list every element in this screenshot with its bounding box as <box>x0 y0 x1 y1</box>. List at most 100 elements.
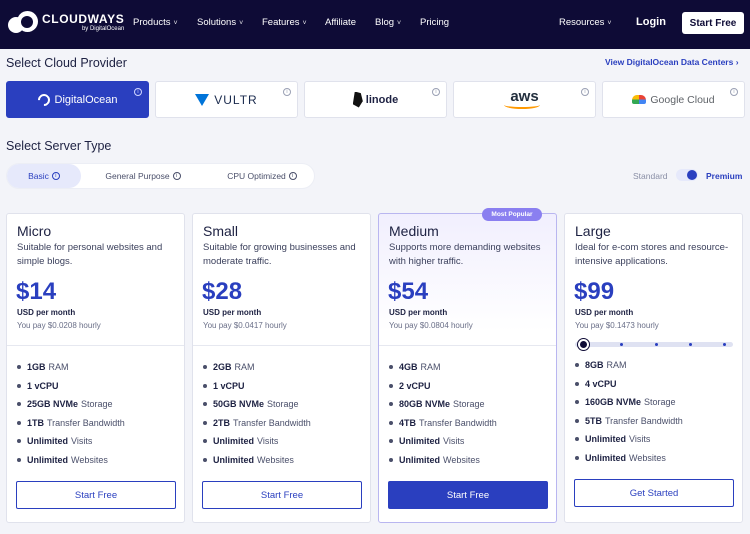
tab-label: Basic <box>28 171 49 181</box>
start-free-button[interactable]: Start Free <box>202 481 362 509</box>
divider <box>193 345 370 346</box>
info-icon[interactable]: i <box>283 88 291 96</box>
nav-resources[interactable]: Resources ˅ <box>559 17 612 28</box>
standard-premium-toggle[interactable] <box>676 169 698 181</box>
nav-features[interactable]: Features ˅ <box>262 17 307 28</box>
feature-item: 4GB RAM <box>389 358 497 377</box>
size-slider[interactable] <box>575 339 733 350</box>
tab-cpu-optimized[interactable]: CPU Optimized i <box>213 164 311 188</box>
info-icon[interactable]: i <box>134 88 142 96</box>
plan-hourly: You pay $0.0804 hourly <box>389 321 473 330</box>
start-free-button[interactable]: Start Free <box>682 12 744 34</box>
feature-item: 5TB Transfer Bandwidth <box>575 412 683 431</box>
info-icon[interactable]: i <box>432 88 440 96</box>
nav-affiliate[interactable]: Affiliate <box>325 17 356 28</box>
feature-item: 80GB NVMe Storage <box>389 395 497 414</box>
nav-label: Solutions <box>197 17 237 28</box>
feature-item: Unlimited Visits <box>17 432 125 451</box>
view-data-centers-link[interactable]: View DigitalOcean Data Centers › <box>605 57 739 67</box>
nav-label: Affiliate <box>325 17 356 28</box>
slider-tick <box>689 343 692 346</box>
plan-card-micro: Micro Suitable for personal websites and… <box>6 213 185 523</box>
cloud-logo-icon <box>8 11 38 33</box>
feature-item: 1 vCPU <box>17 377 125 396</box>
get-started-button[interactable]: Get Started <box>574 479 734 507</box>
most-popular-badge: Most Popular <box>482 208 542 221</box>
info-icon[interactable]: i <box>581 88 589 96</box>
tab-general-purpose[interactable]: General Purpose i <box>93 164 193 188</box>
plan-per-month: USD per month <box>17 308 76 317</box>
toggle-premium-label: Premium <box>706 171 743 181</box>
digitalocean-icon <box>35 91 52 108</box>
chevron-down-icon: ˅ <box>302 20 307 27</box>
feature-item: 50GB NVMe Storage <box>203 395 311 414</box>
toggle-standard-label: Standard <box>633 171 668 181</box>
plan-name: Small <box>203 223 239 239</box>
feature-item: Unlimited Websites <box>389 451 497 470</box>
plan-per-month: USD per month <box>389 308 448 317</box>
feature-item: 8GB RAM <box>575 356 683 375</box>
provider-linode[interactable]: linode i <box>304 81 447 118</box>
provider-label: linode <box>365 93 399 106</box>
plan-card-large: Large Ideal for e-com stores and resourc… <box>564 213 743 523</box>
info-icon[interactable]: i <box>730 88 738 96</box>
feature-list: 2GB RAM 1 vCPU 50GB NVMe Storage 2TB Transf… <box>203 358 311 469</box>
server-type-title: Select Server Type <box>6 139 112 153</box>
info-icon: i <box>288 172 297 180</box>
feature-item: 1GB RAM <box>17 358 125 377</box>
nav-products[interactable]: Products ˅ <box>133 17 178 28</box>
plan-description: Suitable for personal websites and simpl… <box>17 242 163 267</box>
plan-card-medium: Most Popular Medium Supports more demand… <box>378 208 557 523</box>
provider-label: Google Cloud <box>650 93 715 106</box>
nav-blog[interactable]: Blog ˅ <box>375 17 401 28</box>
toggle-knob <box>687 170 697 180</box>
nav-pricing[interactable]: Pricing <box>420 17 449 28</box>
divider <box>379 345 556 346</box>
feature-item: 160GB NVMe Storage <box>575 393 683 412</box>
provider-digitalocean[interactable]: DigitalOcean i <box>6 81 149 118</box>
info-icon: i <box>172 172 181 180</box>
plan-name: Micro <box>17 223 52 239</box>
chevron-down-icon: ˅ <box>173 20 178 27</box>
google-cloud-icon <box>632 95 647 104</box>
plan-description: Ideal for e-com stores and resource-inte… <box>575 242 729 267</box>
chevron-down-icon: ˅ <box>397 20 402 27</box>
provider-google-cloud[interactable]: Google Cloud i <box>602 81 745 118</box>
tab-basic[interactable]: Basic i <box>7 164 81 188</box>
logo-sub: by DigitalOcean <box>81 25 125 32</box>
chevron-right-icon: › <box>735 57 739 67</box>
provider-section-title: Select Cloud Provider <box>6 56 127 70</box>
start-free-button[interactable]: Start Free <box>16 481 176 509</box>
slider-tick <box>723 343 726 346</box>
plan-description: Supports more demanding websites with hi… <box>389 242 541 267</box>
slider-handle[interactable] <box>578 339 589 350</box>
cloudways-logo[interactable]: CLOUDWAYS by DigitalOcean <box>8 11 124 33</box>
plan-price: $54 <box>388 278 429 305</box>
top-nav: CLOUDWAYS by DigitalOcean Products ˅ Solu… <box>0 0 750 49</box>
login-link[interactable]: Login <box>636 16 666 28</box>
provider-aws[interactable]: aws i <box>453 81 596 118</box>
feature-item: Unlimited Visits <box>389 432 497 451</box>
aws-smile-icon <box>504 101 540 109</box>
plan-hourly: You pay $0.1473 hourly <box>575 321 659 330</box>
plan-price: $99 <box>574 278 615 305</box>
linode-icon <box>352 91 363 108</box>
plan-name: Large <box>575 223 611 239</box>
provider-vultr[interactable]: VULTR i <box>155 81 298 118</box>
plan-per-month: USD per month <box>575 308 634 317</box>
vultr-icon <box>195 93 210 106</box>
tab-label: CPU Optimized <box>227 171 286 181</box>
nav-solutions[interactable]: Solutions ˅ <box>197 17 243 28</box>
feature-item: 1TB Transfer Bandwidth <box>17 414 125 433</box>
feature-item: 2GB RAM <box>203 358 311 377</box>
link-label: View DigitalOcean Data Centers <box>605 57 734 67</box>
feature-item: 2 vCPU <box>389 377 497 396</box>
start-free-button[interactable]: Start Free <box>388 481 548 509</box>
plan-description: Suitable for growing businesses and mode… <box>203 242 356 267</box>
server-type-tabs: Basic i General Purpose i CPU Optimized i <box>6 163 315 189</box>
plan-hourly: You pay $0.0417 hourly <box>203 321 287 330</box>
provider-label: DigitalOcean <box>54 93 118 106</box>
feature-item: 4TB Transfer Bandwidth <box>389 414 497 433</box>
divider <box>7 345 184 346</box>
feature-item: Unlimited Visits <box>203 432 311 451</box>
